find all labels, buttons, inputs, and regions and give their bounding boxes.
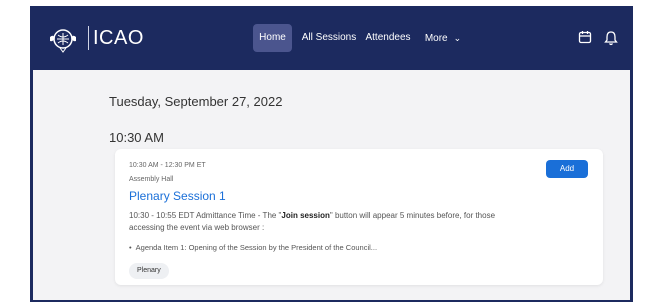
session-tag[interactable]: Plenary — [129, 263, 169, 279]
top-navigation-bar: ICAO Home All Sessions Attendees More ⌄ — [33, 6, 630, 70]
bullet-icon: • — [129, 243, 132, 252]
nav-more-label: More — [424, 33, 448, 44]
session-description: 10:30 - 10:55 EDT Admittance Time - The … — [129, 210, 529, 234]
session-title-link[interactable]: Plenary Session 1 — [129, 189, 226, 203]
logo-divider — [88, 26, 89, 50]
nav-attendees[interactable]: Attendees — [363, 24, 413, 52]
session-room: Assembly Hall — [129, 176, 174, 183]
add-button[interactable]: Add — [546, 160, 588, 178]
icao-emblem-icon[interactable] — [48, 24, 78, 54]
app-frame: ICAO Home All Sessions Attendees More ⌄ T… — [30, 6, 633, 302]
nav-more[interactable]: More ⌄ — [423, 24, 463, 52]
date-heading: Tuesday, September 27, 2022 — [109, 94, 283, 109]
nav-home[interactable]: Home — [253, 24, 292, 52]
agenda-item-text: Agenda Item 1: Opening of the Session by… — [135, 243, 378, 252]
time-slot-heading: 10:30 AM — [109, 130, 164, 145]
nav-all-sessions[interactable]: All Sessions — [299, 24, 359, 52]
chevron-down-icon: ⌄ — [453, 33, 462, 43]
session-card[interactable]: 10:30 AM - 12:30 PM ET Assembly Hall Ple… — [115, 149, 603, 285]
bell-icon[interactable] — [604, 30, 618, 46]
session-time-range: 10:30 AM - 12:30 PM ET — [129, 162, 206, 169]
join-session-text: Join session — [281, 211, 330, 220]
calendar-icon[interactable] — [578, 30, 592, 44]
logo-text[interactable]: ICAO — [93, 26, 144, 50]
agenda-item: • Agenda Item 1: Opening of the Session b… — [129, 243, 377, 252]
session-description-start: 10:30 - 10:55 EDT Admittance Time - The … — [129, 211, 282, 220]
